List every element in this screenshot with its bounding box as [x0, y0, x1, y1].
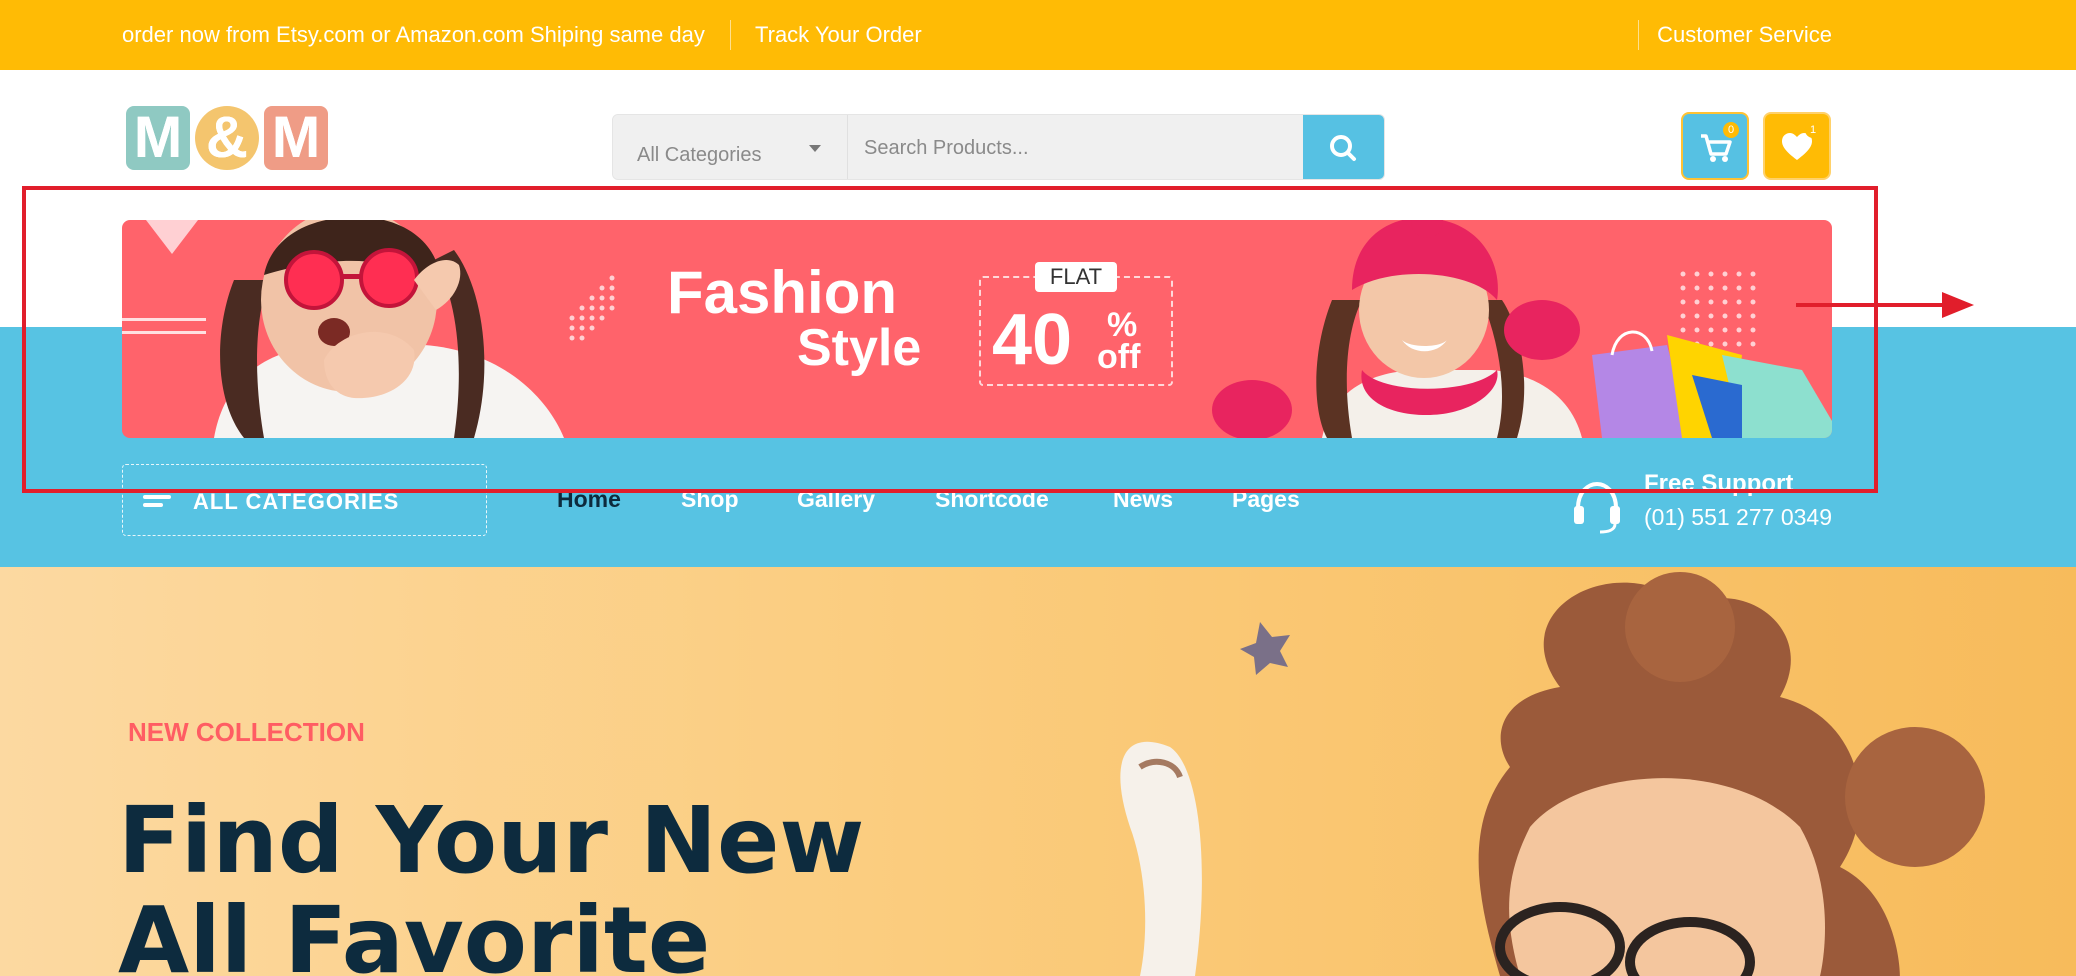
support-phone[interactable]: (01) 551 277 0349	[1644, 504, 1832, 531]
menu-icon	[143, 495, 171, 511]
search-input[interactable]	[848, 115, 1315, 179]
all-categories-button[interactable]: ALL CATEGORIES	[122, 464, 487, 536]
discount-off: off	[1097, 338, 1141, 376]
logo-letter-m: M	[126, 106, 190, 170]
headset-icon	[1574, 481, 1620, 534]
banner-fashion-text: Fashion	[667, 259, 898, 326]
top-bar: order now from Etsy.com or Amazon.com Sh…	[0, 0, 2076, 70]
girl-with-shopping-bags-image	[1212, 220, 1582, 438]
girl-with-sunglasses-image	[214, 220, 564, 438]
heart-icon	[1782, 133, 1812, 160]
support-title: Free Support	[1644, 470, 1794, 497]
all-categories-label: ALL CATEGORIES	[193, 489, 400, 514]
banner-style-text: Style	[797, 319, 922, 377]
search-bar: All Categories	[612, 114, 1385, 180]
nav-item-news[interactable]: News	[1113, 486, 1173, 513]
promo-banner[interactable]: Fashion Style FLAT 40 % off	[122, 220, 1832, 438]
hero-section: NEW COLLECTION Find Your New All Favorit…	[0, 567, 2076, 976]
search-icon	[1330, 135, 1356, 161]
hero-girl-image	[1120, 572, 1985, 976]
logo-ampersand: &	[195, 106, 259, 170]
promo-text: order now from Etsy.com or Amazon.com Sh…	[122, 22, 705, 47]
logo-letter-m: M	[264, 106, 328, 170]
support-info: Free Support (01) 551 277 0349	[1570, 470, 1834, 540]
cart-count-badge: 0	[1723, 122, 1739, 138]
discount-amount: 40	[992, 300, 1073, 380]
hero-title-line: Find Your New	[118, 787, 865, 894]
track-order-link[interactable]: Track Your Order	[755, 22, 922, 48]
hero-title: Find Your New All Favorite	[118, 791, 864, 976]
wishlist-count-badge: 1	[1805, 122, 1821, 138]
category-select-label: All Categories	[637, 144, 762, 166]
topbar-divider	[1638, 20, 1639, 50]
cart-icon	[1701, 134, 1732, 162]
search-button[interactable]	[1303, 115, 1384, 179]
nav-item-shop[interactable]: Shop	[681, 486, 739, 513]
nav-item-shortcode[interactable]: Shortcode	[935, 486, 1049, 513]
site-logo[interactable]: M & M	[122, 100, 332, 180]
nav-item-home[interactable]: Home	[557, 486, 621, 513]
annotation-arrow-icon	[1796, 292, 1974, 318]
cart-button[interactable]: 0	[1681, 112, 1749, 180]
customer-service-link[interactable]: Customer Service	[1657, 22, 1832, 48]
shopping-bags-image	[1592, 330, 1832, 438]
category-select[interactable]: All Categories	[613, 115, 848, 179]
flat-label: FLAT	[1035, 262, 1117, 292]
wishlist-button[interactable]: 1	[1763, 112, 1831, 180]
chevron-down-icon	[809, 145, 821, 152]
nav-item-gallery[interactable]: Gallery	[797, 486, 875, 513]
hero-kicker: NEW COLLECTION	[128, 717, 365, 747]
hero-title-line: All Favorite	[118, 887, 711, 976]
topbar-divider	[730, 20, 731, 50]
nav-item-pages[interactable]: Pages	[1232, 486, 1300, 513]
